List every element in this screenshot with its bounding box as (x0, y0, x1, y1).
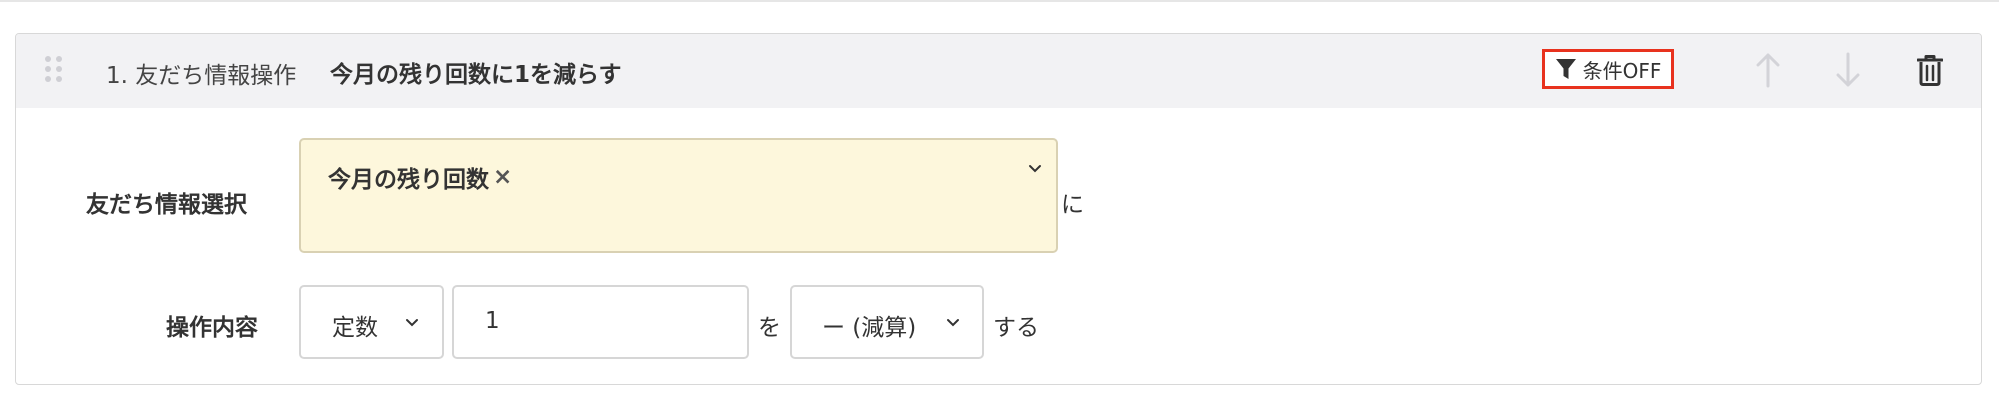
delete-button[interactable] (1913, 51, 1947, 89)
operation-type-value: 定数 (332, 315, 378, 341)
chevron-down-icon (947, 319, 959, 327)
drag-handle-icon[interactable] (43, 54, 65, 84)
arrow-down-icon (1836, 52, 1860, 87)
move-down-button[interactable] (1831, 51, 1865, 89)
operation-label: 操作内容 (166, 315, 258, 341)
selected-tag: 今月の残り回数 × (328, 160, 512, 194)
chevron-down-icon (1029, 165, 1041, 173)
operation-method-select[interactable]: ー (減算) (790, 285, 984, 359)
step-header: 1. 友だち情報操作 今月の残り回数に1を減らす 条件OFF (16, 34, 1981, 108)
top-divider (0, 0, 1999, 2)
condition-toggle-button[interactable]: 条件OFF (1542, 49, 1674, 89)
selected-tag-label: 今月の残り回数 (328, 167, 489, 193)
operation-type-select[interactable]: 定数 (299, 285, 444, 359)
step-title: 今月の残り回数に1を減らす (330, 62, 622, 88)
friend-info-label: 友だち情報選択 (86, 192, 247, 218)
friend-info-suffix: に (1061, 192, 1084, 218)
trash-icon (1917, 55, 1943, 86)
move-up-button[interactable] (1751, 51, 1785, 89)
filter-icon (1555, 59, 1576, 79)
action-step-panel: 1. 友だち情報操作 今月の残り回数に1を減らす 条件OFF 友だち情報選択 今… (15, 33, 1982, 385)
chevron-down-icon (406, 319, 418, 327)
step-label: 1. 友だち情報操作 (106, 63, 297, 89)
friend-info-select[interactable]: 今月の残り回数 × (299, 138, 1058, 253)
operation-particle: を (758, 315, 781, 341)
operation-method-value: ー (減算) (822, 315, 917, 341)
tag-remove-icon[interactable]: × (493, 164, 512, 190)
operation-suffix: する (993, 315, 1039, 341)
value-input[interactable]: 1 (452, 285, 749, 359)
value-input-text: 1 (485, 308, 500, 334)
arrow-up-icon (1756, 53, 1780, 88)
condition-toggle-label: 条件OFF (1582, 58, 1662, 83)
